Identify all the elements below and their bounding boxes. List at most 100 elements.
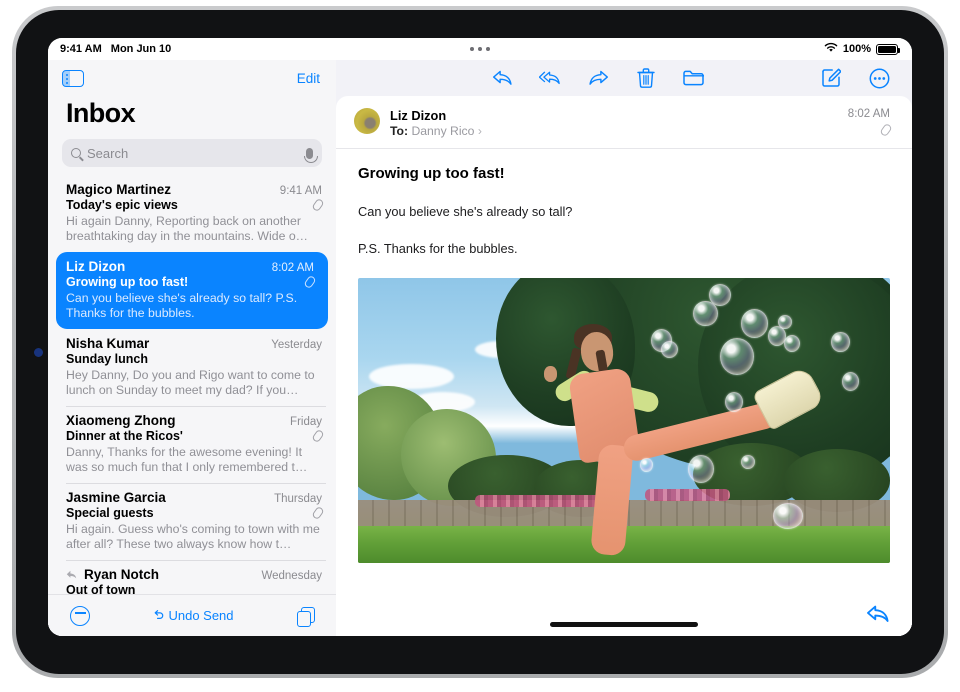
mail-list-item[interactable]: Nisha Kumar Yesterday Sunday lunch Hey Dann…: [48, 329, 336, 406]
sidebar-top-bar: Edit: [48, 60, 336, 96]
search-input[interactable]: Search: [62, 139, 322, 167]
mail-list-item[interactable]: Xiaomeng Zhong Friday Dinner at the Ricos'…: [48, 406, 336, 483]
message-time: 8:02 AM: [847, 108, 890, 120]
home-bar[interactable]: [550, 621, 698, 627]
forward-button[interactable]: [587, 67, 609, 89]
message-subject: Growing up too fast!: [358, 165, 505, 182]
filter-icon[interactable]: [70, 605, 90, 626]
undo-send-button[interactable]: Undo Send: [153, 608, 234, 623]
page-title: Inbox: [66, 98, 136, 128]
delete-button[interactable]: [635, 67, 657, 89]
mail-date: 9:41 AM: [279, 185, 322, 197]
mail-sender: Nisha Kumar: [66, 336, 150, 351]
mail-preview: Can you believe she's already so tall? P…: [66, 291, 298, 320]
status-time: 9:41 AM: [60, 43, 102, 55]
mail-list-item[interactable]: Jasmine Garcia Thursday Special guests Hi a…: [48, 483, 336, 560]
mail-row-top: Xiaomeng Zhong Friday: [66, 413, 322, 428]
mail-sender: Liz Dizon: [66, 259, 126, 274]
mail-list-item[interactable]: Liz Dizon 8:02 AM Growing up too fast! Can …: [56, 252, 328, 329]
message-toolbar: [336, 60, 912, 96]
mail-list-item[interactable]: Magico Martinez 9:41 AM Today's epic views…: [48, 175, 336, 252]
message-actions-group: [491, 67, 705, 89]
mail-date: Yesterday: [271, 339, 322, 351]
mail-row-subject-line: Growing up too fast!: [66, 274, 317, 290]
battery-percent-label: 100%: [842, 43, 871, 55]
mail-sender: Magico Martinez: [66, 182, 172, 197]
message-meta: 8:02 AM: [847, 108, 893, 138]
undo-send-label: Undo Send: [168, 608, 234, 623]
message-header: Liz Dizon To: Danny Rico › 8:02 AM: [336, 96, 912, 149]
compose-button[interactable]: [820, 67, 842, 89]
mail-subject: Special guests: [66, 506, 154, 520]
mail-preview: Hey Danny, Do you and Rigo want to come …: [66, 368, 315, 397]
sidebar-toggle-icon[interactable]: [62, 69, 84, 87]
mail-row-subject-line: Out of town: [66, 583, 322, 594]
to-label: To:: [390, 124, 409, 138]
undo-arrow-icon: [153, 608, 164, 623]
mail-row-top: Nisha Kumar Yesterday: [66, 336, 322, 351]
edit-button[interactable]: Edit: [297, 71, 320, 86]
mail-date: 8:02 AM: [271, 262, 314, 274]
mail-row-top: Liz Dizon 8:02 AM: [66, 259, 314, 274]
avatar: [354, 108, 380, 134]
mail-sender: Ryan Notch: [84, 567, 160, 582]
mail-row-subject-line: Dinner at the Ricos': [66, 428, 325, 444]
microphone-icon[interactable]: [303, 147, 318, 163]
mail-date: Thursday: [274, 493, 322, 505]
move-to-folder-button[interactable]: [683, 67, 705, 89]
ipad-device-frame: 9:41 AM Mon Jun 10 100% Edit Inbox Searc…: [12, 6, 948, 678]
multitasking-dots-icon[interactable]: [470, 47, 490, 51]
message-paragraph-2: P.S. Thanks for the bubbles.: [358, 241, 518, 256]
mail-subject: Today's epic views: [66, 198, 178, 212]
message-paragraph-1: Can you believe she's already so tall?: [358, 204, 573, 219]
mail-list-item[interactable]: Ryan NotchWednesdayOut of townHowdy, nei…: [48, 560, 336, 594]
paperclip-icon: [311, 428, 325, 444]
to-recipient: Danny Rico: [411, 124, 475, 138]
mail-preview: Danny, Thanks for the awesome evening! I…: [66, 445, 308, 474]
home-indicator: [336, 605, 912, 636]
message-detail-pane: Liz Dizon To: Danny Rico › 8:02 AM Growi…: [336, 60, 912, 636]
wifi-icon: [824, 42, 838, 56]
message-from: Liz Dizon: [390, 108, 447, 123]
reply-button[interactable]: [491, 67, 513, 89]
search-placeholder: Search: [87, 145, 129, 161]
mail-subject: Sunday lunch: [66, 352, 148, 366]
mail-row-top: Magico Martinez 9:41 AM: [66, 182, 322, 197]
status-date: Mon Jun 10: [110, 43, 172, 55]
search-icon: [71, 148, 81, 158]
mail-list[interactable]: Magico Martinez 9:41 AM Today's epic views…: [48, 175, 336, 594]
mail-date: Friday: [290, 416, 322, 428]
message-body: Growing up too fast! Can you believe she…: [336, 149, 912, 612]
mail-subject: Out of town: [66, 583, 136, 594]
new-message-stack-icon[interactable]: [297, 606, 315, 627]
reply-button-bottom[interactable]: [866, 604, 890, 629]
mail-row-subject-line: Special guests: [66, 505, 325, 521]
mail-row-subject-line: Today's epic views: [66, 197, 325, 213]
paperclip-icon: [311, 505, 325, 521]
mail-sidebar: Edit Inbox Search Magico Martinez 9:41 AM…: [48, 60, 336, 636]
message-recipients[interactable]: To: Danny Rico ›: [390, 124, 482, 138]
message-sender-block: Liz Dizon To: Danny Rico ›: [390, 108, 482, 138]
replied-arrow-icon: [66, 570, 77, 579]
mail-row-top: Jasmine Garcia Thursday: [66, 490, 322, 505]
device-bezel: 9:41 AM Mon Jun 10 100% Edit Inbox Searc…: [16, 10, 944, 674]
mail-sender: Xiaomeng Zhong: [66, 413, 176, 428]
mail-sender: Jasmine Garcia: [66, 490, 166, 505]
message-photo-attachment[interactable]: [358, 278, 890, 563]
detail-bottom-bar: [336, 605, 912, 636]
status-bar: 9:41 AM Mon Jun 10 100%: [48, 38, 912, 60]
reply-all-button[interactable]: [539, 67, 561, 89]
mail-subject: Growing up too fast!: [66, 275, 189, 289]
more-options-button[interactable]: [868, 67, 890, 89]
mail-row-subject-line: Sunday lunch: [66, 352, 322, 366]
status-bar-left: 9:41 AM Mon Jun 10: [60, 43, 171, 55]
paperclip-icon: [879, 122, 893, 138]
ipad-screen: 9:41 AM Mon Jun 10 100% Edit Inbox Searc…: [48, 38, 912, 636]
search-container: Search: [48, 139, 336, 175]
bezel-indicator-dot: [34, 348, 43, 357]
split-view: Edit Inbox Search Magico Martinez 9:41 AM…: [48, 60, 912, 636]
sidebar-bottom-toolbar: Undo Send: [48, 594, 336, 636]
mail-preview: Hi again Danny, Reporting back on anothe…: [66, 214, 308, 243]
chevron-right-icon: ›: [477, 124, 482, 138]
battery-full-icon: [876, 43, 900, 55]
